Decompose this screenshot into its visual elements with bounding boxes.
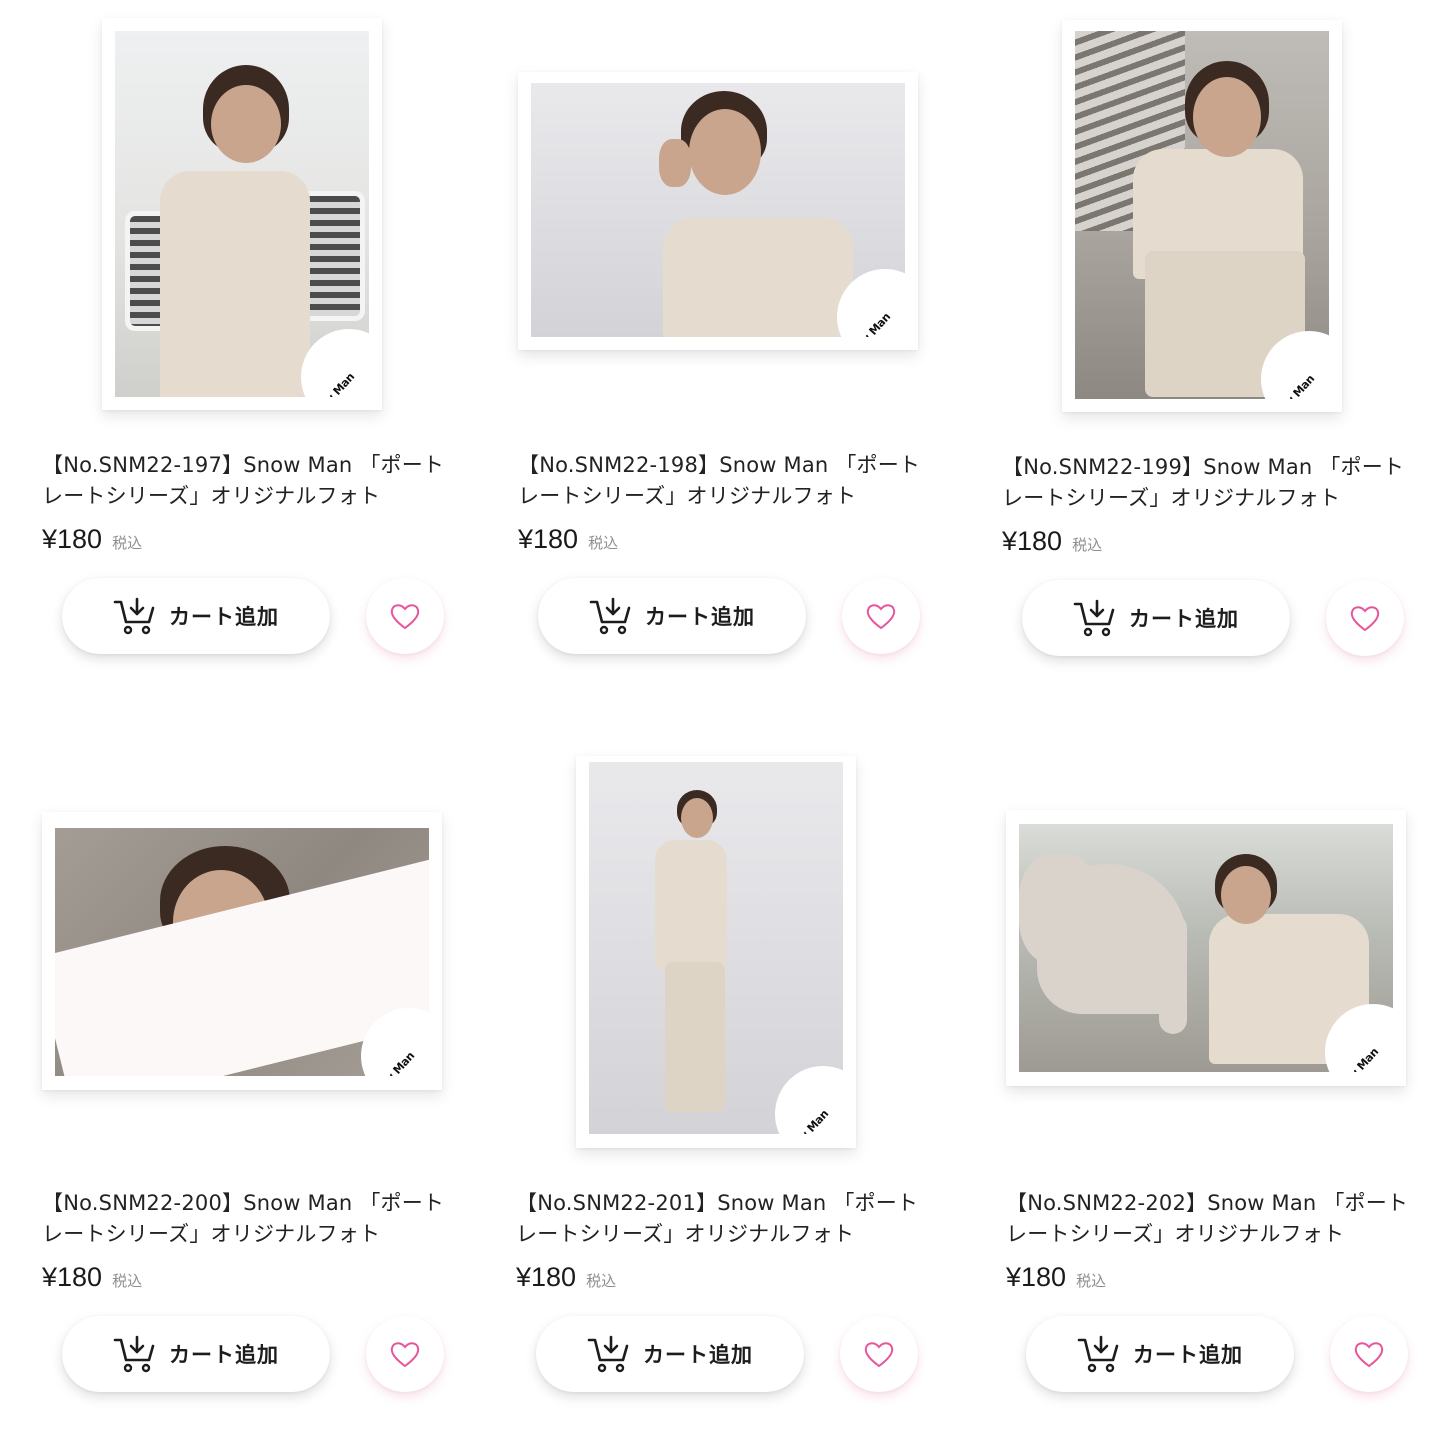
tax-label: 税込	[588, 534, 619, 552]
product-photo[interactable]: Snow Man	[1006, 810, 1406, 1086]
heart-outline-icon	[866, 604, 896, 630]
product-photo-area[interactable]: Snow Man	[516, 756, 936, 1176]
add-to-cart-button[interactable]: カート追加	[62, 578, 330, 654]
add-to-cart-button[interactable]: カート追加	[1026, 1316, 1294, 1392]
product-card: Snow Man 【No.SNM22-198】Snow Man 「ポートレートシ…	[518, 18, 938, 718]
product-photo-area[interactable]: Snow Man	[1002, 20, 1422, 440]
cart-add-icon	[113, 1335, 155, 1373]
product-photo[interactable]: Snow Man	[576, 756, 856, 1148]
product-photo-area[interactable]: Snow Man	[1006, 756, 1426, 1176]
heart-outline-icon	[864, 1342, 894, 1368]
cart-add-icon	[589, 597, 631, 635]
product-price: ¥180	[518, 524, 579, 554]
product-photo[interactable]: Snow Man	[518, 72, 918, 350]
cart-add-icon	[1077, 1335, 1119, 1373]
price-row: ¥180 税込	[42, 524, 142, 555]
product-photo-area[interactable]: Snow Man	[42, 18, 462, 438]
favorite-button[interactable]	[366, 1316, 444, 1392]
add-to-cart-label: カート追加	[1133, 1343, 1243, 1367]
product-title[interactable]: 【No.SNM22-201】Snow Man 「ポートレートシリーズ」オリジナル…	[516, 1188, 921, 1250]
tax-label: 税込	[586, 1272, 617, 1290]
add-to-cart-button[interactable]: カート追加	[62, 1316, 330, 1392]
cart-add-icon	[587, 1335, 629, 1373]
favorite-button[interactable]	[842, 578, 920, 654]
favorite-button[interactable]	[1330, 1316, 1408, 1392]
product-card: Snow Man 【No.SNM22-200】Snow Man 「ポートレートシ…	[42, 756, 462, 1440]
favorite-button[interactable]	[840, 1316, 918, 1392]
tax-label: 税込	[1072, 536, 1103, 554]
tax-label: 税込	[112, 534, 143, 552]
cart-add-icon	[1073, 599, 1115, 637]
product-photo[interactable]: Snow Man	[42, 812, 442, 1090]
heart-outline-icon	[390, 1342, 420, 1368]
product-price: ¥180	[42, 524, 103, 554]
favorite-button[interactable]	[1326, 580, 1404, 656]
add-to-cart-label: カート追加	[643, 1343, 753, 1367]
product-price: ¥180	[516, 1262, 577, 1292]
product-title[interactable]: 【No.SNM22-199】Snow Man 「ポートレートシリーズ」オリジナル…	[1002, 452, 1407, 514]
add-to-cart-button[interactable]: カート追加	[538, 578, 806, 654]
product-price: ¥180	[42, 1262, 103, 1292]
product-card: Snow Man 【No.SNM22-202】Snow Man 「ポートレートシ…	[1006, 756, 1426, 1440]
heart-outline-icon	[1350, 606, 1380, 632]
product-title[interactable]: 【No.SNM22-198】Snow Man 「ポートレートシリーズ」オリジナル…	[518, 450, 923, 512]
add-to-cart-button[interactable]: カート追加	[536, 1316, 804, 1392]
add-to-cart-label: カート追加	[645, 605, 755, 629]
product-photo[interactable]: Snow Man	[102, 18, 382, 410]
add-to-cart-label: カート追加	[169, 605, 279, 629]
tax-label: 税込	[1076, 1272, 1107, 1290]
heart-outline-icon	[390, 604, 420, 630]
product-title[interactable]: 【No.SNM22-197】Snow Man 「ポートレートシリーズ」オリジナル…	[42, 450, 447, 512]
price-row: ¥180 税込	[516, 1262, 616, 1293]
price-row: ¥180 税込	[42, 1262, 142, 1293]
product-card: Snow Man 【No.SNM22-197】Snow Man 「ポートレートシ…	[42, 18, 462, 718]
product-title[interactable]: 【No.SNM22-200】Snow Man 「ポートレートシリーズ」オリジナル…	[42, 1188, 447, 1250]
add-to-cart-button[interactable]: カート追加	[1022, 580, 1290, 656]
tax-label: 税込	[112, 1272, 143, 1290]
favorite-button[interactable]	[366, 578, 444, 654]
price-row: ¥180 税込	[1006, 1262, 1106, 1293]
product-price: ¥180	[1006, 1262, 1067, 1292]
price-row: ¥180 税込	[518, 524, 618, 555]
add-to-cart-label: カート追加	[169, 1343, 279, 1367]
heart-outline-icon	[1354, 1342, 1384, 1368]
product-photo-area[interactable]: Snow Man	[518, 18, 938, 438]
product-title[interactable]: 【No.SNM22-202】Snow Man 「ポートレートシリーズ」オリジナル…	[1006, 1188, 1411, 1250]
product-price: ¥180	[1002, 526, 1063, 556]
cart-add-icon	[113, 597, 155, 635]
price-row: ¥180 税込	[1002, 526, 1102, 557]
add-to-cart-label: カート追加	[1129, 607, 1239, 631]
product-card: Snow Man 【No.SNM22-199】Snow Man 「ポートレートシ…	[1002, 20, 1422, 720]
product-card: Snow Man 【No.SNM22-201】Snow Man 「ポートレートシ…	[516, 756, 936, 1440]
product-photo[interactable]: Snow Man	[1062, 20, 1342, 412]
product-photo-area[interactable]: Snow Man	[42, 756, 462, 1176]
